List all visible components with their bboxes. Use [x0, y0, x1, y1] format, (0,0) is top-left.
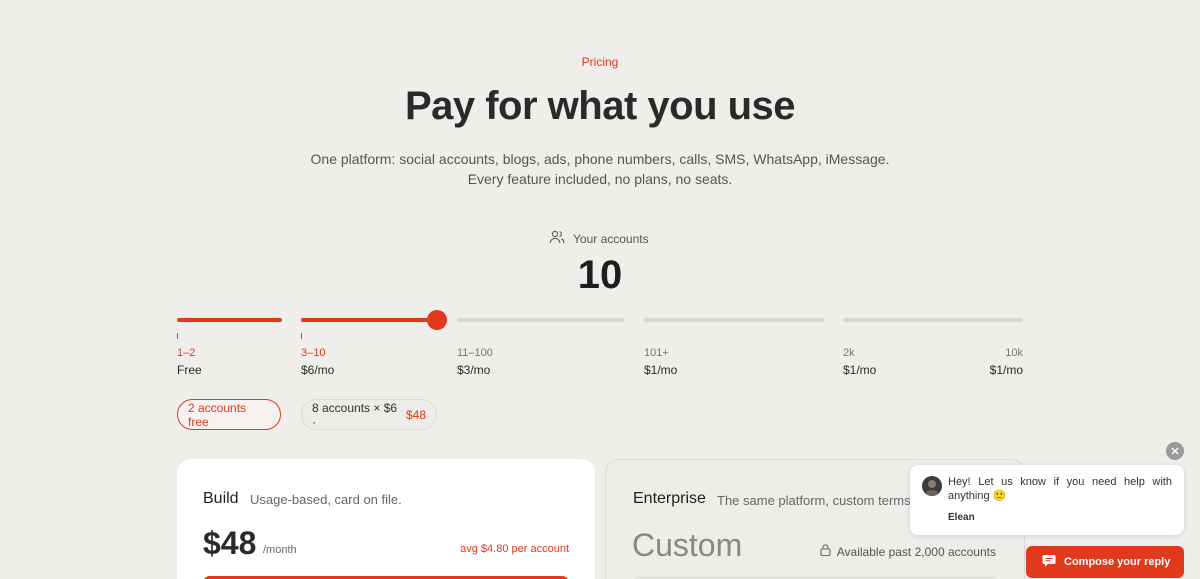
page-title: Pay for what you use	[404, 84, 796, 128]
slider-segment-2k-10k[interactable]	[843, 318, 1023, 322]
slider-handle[interactable]	[427, 310, 447, 330]
chat-message-text: Hey! Let us know if you need help with a…	[948, 476, 1172, 502]
tier-range: 101+	[644, 347, 669, 359]
accounts-label: Your accounts	[549, 230, 649, 247]
cost-breakdown-badge: 8 accounts × $6 · $48	[301, 399, 437, 430]
enterprise-plan-title: Enterprise	[633, 490, 706, 507]
chat-message-bubble[interactable]: Hey! Let us know if you need help with a…	[910, 465, 1184, 535]
users-icon	[549, 230, 565, 247]
pricing-eyebrow: Pricing	[581, 55, 619, 69]
compose-reply-label: Compose your reply	[1064, 556, 1171, 568]
build-plan-title: Build	[203, 490, 239, 507]
free-accounts-badge: 2 accounts free	[177, 399, 281, 430]
build-plan-description: Usage-based, card on file.	[250, 492, 402, 507]
tier-price: Free	[177, 363, 202, 377]
enterprise-plan-price: Custom	[632, 527, 743, 563]
enterprise-availability: Available past 2,000 accounts	[820, 544, 996, 559]
cost-total: $48	[405, 407, 426, 422]
tier-price: $1/mo	[989, 363, 1023, 377]
slider-tick	[177, 333, 178, 339]
tier-price: $1/mo	[843, 363, 877, 377]
cost-breakdown-text: 8 accounts × $6 ·	[312, 400, 398, 429]
free-accounts-text: 2 accounts free	[188, 400, 247, 429]
tier-range: 1–2	[177, 347, 196, 359]
chat-icon	[1042, 554, 1056, 570]
accounts-label-text: Your accounts	[573, 231, 649, 246]
slider-tick	[301, 333, 302, 339]
slider-segment-3-10-fill[interactable]	[301, 318, 437, 322]
enterprise-availability-text: Available past 2,000 accounts	[836, 544, 996, 559]
subtitle-line-1: One platform: social accounts, blogs, ad…	[310, 151, 890, 167]
lock-icon	[820, 544, 831, 559]
build-plan-price: $48	[203, 525, 257, 561]
subtitle-line-2: Every feature included, no plans, no sea…	[467, 171, 733, 187]
tier-range: 2k	[843, 347, 855, 359]
accounts-count: 10	[577, 253, 623, 297]
slider-segment-1-2[interactable]	[177, 318, 282, 322]
tier-range: 11–100	[457, 347, 493, 359]
compose-reply-button[interactable]: Compose your reply	[1026, 546, 1184, 578]
tier-price: $3/mo	[457, 363, 491, 377]
chat-close-button[interactable]	[1166, 442, 1184, 460]
enterprise-plan-description: The same platform, custom terms.	[717, 493, 915, 508]
build-plan-period: /month	[263, 544, 297, 556]
agent-name: Elean	[948, 512, 975, 523]
slider-segment-11-100[interactable]	[457, 318, 625, 322]
tier-range: 10k	[1005, 347, 1023, 359]
tier-price: $1/mo	[644, 363, 678, 377]
tier-price: $6/mo	[301, 363, 335, 377]
tier-range: 3–10	[301, 347, 326, 359]
agent-avatar	[922, 476, 942, 496]
build-plan-card: Build Usage-based, card on file. $48 /mo…	[177, 459, 595, 579]
slider-segment-101-plus[interactable]	[644, 318, 824, 322]
build-plan-average: avg $4.80 per account	[460, 543, 569, 555]
close-icon	[1171, 442, 1179, 460]
